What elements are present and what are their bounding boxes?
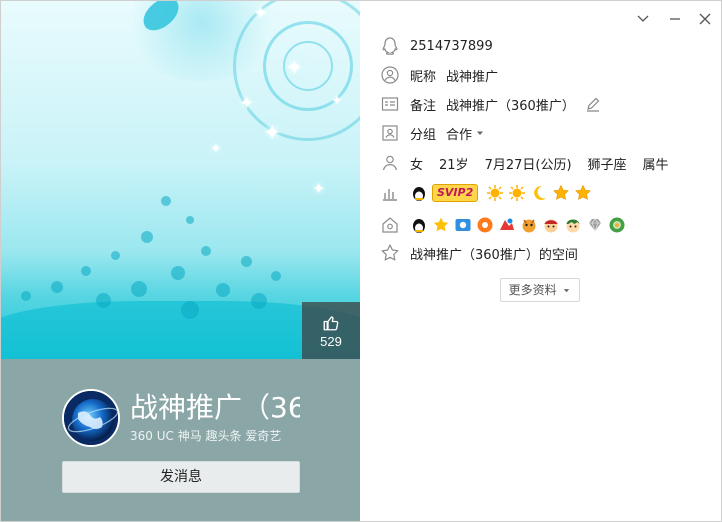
star-icon[interactable]: [552, 184, 570, 202]
nickname-value: 战神推广: [446, 69, 499, 85]
services-row: [380, 214, 630, 236]
remark-label: 备注: [410, 98, 437, 114]
game-icon[interactable]: [498, 216, 516, 234]
qq-number: 2514737899: [410, 38, 493, 54]
send-message-button[interactable]: 发消息: [62, 461, 300, 493]
music-icon[interactable]: [476, 216, 494, 234]
star-icon[interactable]: [432, 216, 450, 234]
nickname-label: 昵称: [410, 69, 437, 85]
sun-icon[interactable]: [508, 184, 526, 202]
minimize-icon[interactable]: [667, 11, 683, 27]
personal-info-row: 女 21岁 7月27日(公历) 狮子座 属牛: [380, 152, 669, 174]
person-icon: [382, 155, 398, 171]
chevron-down-icon[interactable]: [635, 11, 651, 27]
green-icon[interactable]: [608, 216, 626, 234]
qq-penguin-outline-icon: [382, 37, 398, 55]
avatar-icon[interactable]: [542, 216, 560, 234]
group-row: 分组 合作: [380, 122, 485, 144]
pet-icon[interactable]: [520, 216, 538, 234]
profile-window: ✦ ✦ ✦ ✦ ✦ ✦ ✦ 529 战神推广（36 360 UC 神马 趣头条 …: [0, 0, 722, 522]
moon-icon[interactable]: [530, 184, 548, 202]
star-icon[interactable]: [574, 184, 592, 202]
qq-penguin-icon[interactable]: [410, 184, 428, 202]
caret-down-icon: [564, 289, 570, 293]
avatar-icon[interactable]: [564, 216, 582, 234]
birthday: 7月27日(公历): [484, 157, 572, 173]
sun-icon[interactable]: [486, 184, 504, 202]
chinese-zodiac: 属牛: [642, 157, 669, 173]
signature: 360 UC 神马 趣头条 爱奇艺: [130, 429, 282, 443]
bar-chart-icon: [383, 189, 397, 201]
space-link[interactable]: 战神推广（360推广）的空间: [410, 244, 578, 263]
avatar[interactable]: [62, 389, 120, 447]
like-counter[interactable]: 529: [302, 302, 360, 359]
diamond-icon[interactable]: [586, 216, 604, 234]
home-badge-icon: [382, 217, 398, 233]
zodiac: 狮子座: [587, 157, 627, 173]
age: 21岁: [439, 157, 469, 173]
like-count: 529: [320, 334, 342, 349]
svip-badge[interactable]: SVIP2: [432, 184, 479, 202]
qq-number-row: 2514737899: [380, 35, 493, 57]
qq-penguin-icon[interactable]: [410, 216, 428, 234]
more-info-button[interactable]: 更多资料: [500, 278, 580, 302]
edit-pencil-icon[interactable]: [585, 96, 601, 112]
globe-avatar-icon: [64, 391, 118, 445]
nickname-row: 昵称 战神推广: [380, 64, 498, 86]
caret-down-icon: [477, 131, 484, 135]
remark-row: 备注 战神推广（360推广）: [380, 93, 601, 115]
profile-card: ✦ ✦ ✦ ✦ ✦ ✦ ✦ 529 战神推广（36 360 UC 神马 趣头条 …: [1, 1, 360, 521]
group-dropdown[interactable]: 合作: [446, 124, 485, 143]
group-value: 合作: [446, 127, 473, 143]
photo-icon[interactable]: [454, 216, 472, 234]
star-outline-icon: [381, 244, 399, 261]
thumbs-up-icon: [323, 316, 339, 331]
gender: 女: [410, 157, 424, 173]
more-info-label: 更多资料: [508, 283, 557, 297]
profile-details: 2514737899 昵称 战神推广 备注 战神推广（360推广） 分组 合作 …: [360, 1, 721, 521]
close-icon[interactable]: [697, 11, 713, 27]
level-row: SVIP2: [380, 182, 596, 204]
group-label: 分组: [410, 127, 437, 143]
remark-value: 战神推广（360推广）: [446, 98, 575, 114]
display-name: 战神推广（360推广）: [130, 391, 300, 424]
contact-book-icon: [382, 125, 398, 141]
space-row[interactable]: 战神推广（360推广）的空间: [380, 242, 578, 264]
card-icon: [381, 97, 399, 111]
user-circle-icon: [381, 66, 399, 84]
